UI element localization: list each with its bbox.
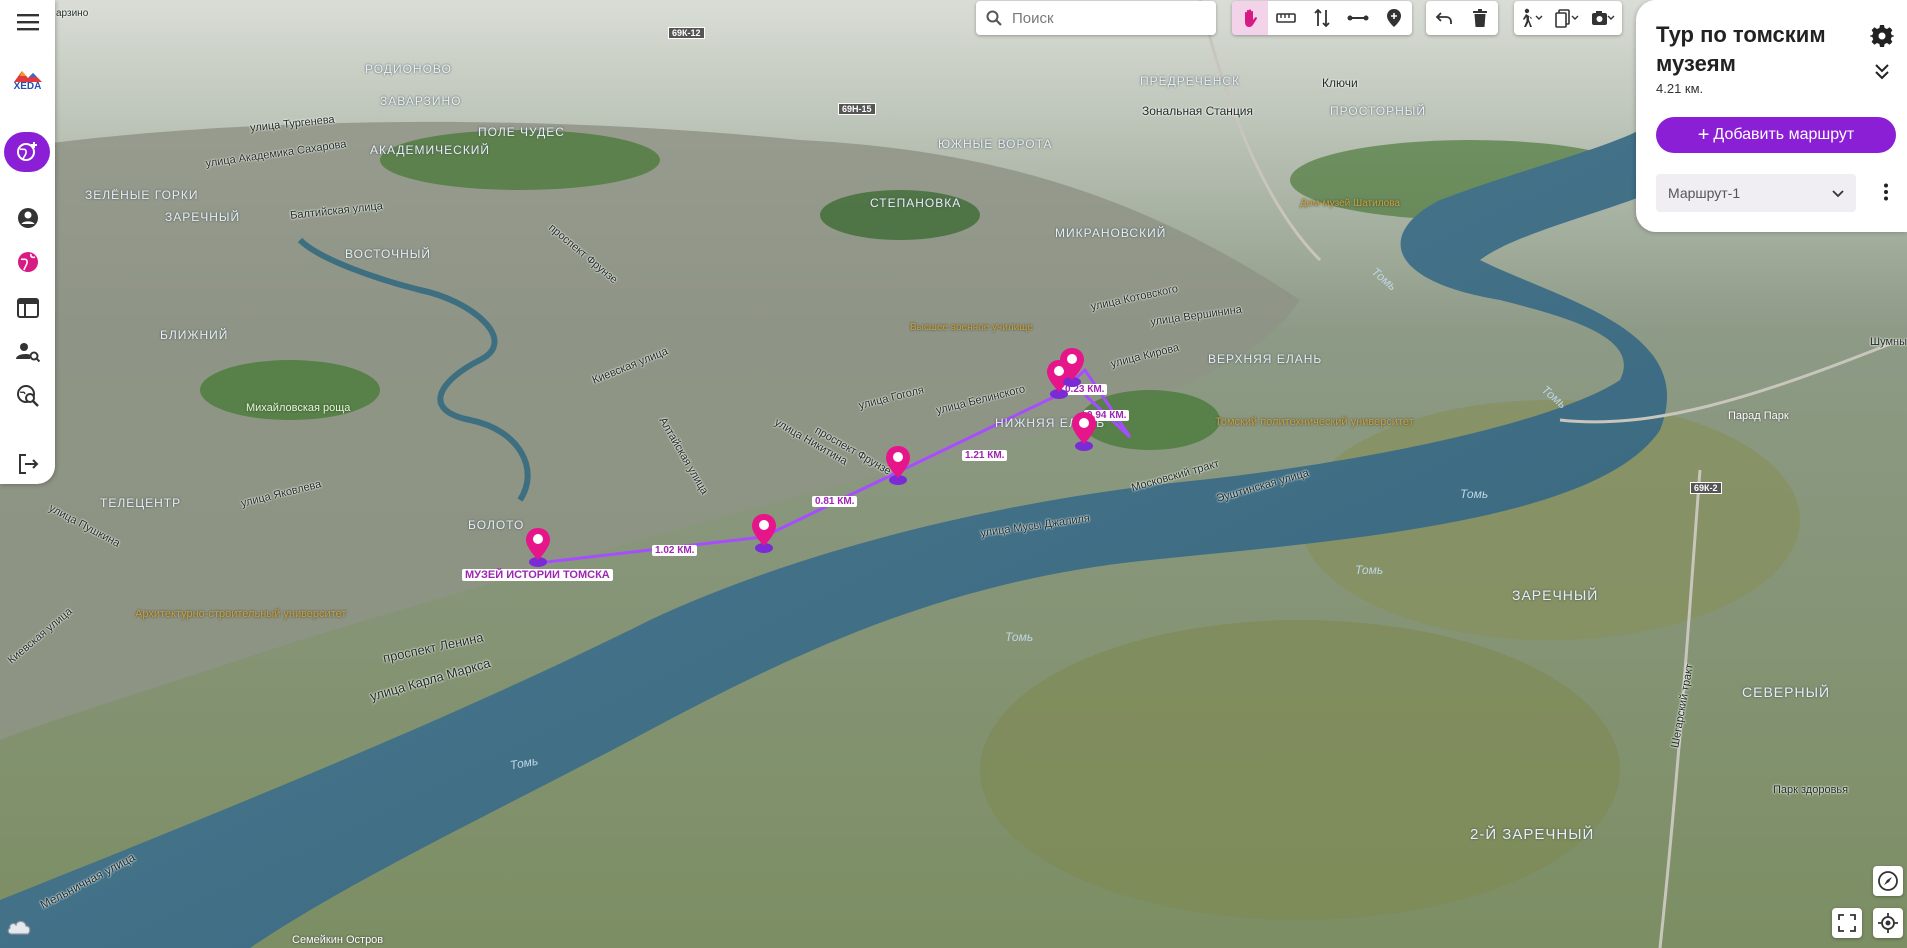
route-marker[interactable] — [524, 526, 552, 568]
search-globe-icon[interactable] — [0, 382, 55, 410]
route-start-label: МУЗЕЙ ИСТОРИИ ТОМСКА — [462, 569, 613, 581]
compass-icon[interactable] — [1873, 866, 1903, 896]
add-point-icon[interactable] — [1376, 1, 1412, 35]
user-search-icon[interactable] — [0, 338, 55, 366]
road-badge: 69К-12 — [668, 27, 705, 39]
route-distance-label: 0.81 КМ. — [812, 496, 858, 507]
route-select[interactable]: Маршрут-1 — [1656, 174, 1856, 212]
tour-title: Тур по томским музеям — [1656, 22, 1826, 76]
tool-group-map — [1232, 1, 1412, 35]
undo-icon[interactable] — [1426, 1, 1462, 35]
walker-dropdown-icon[interactable] — [1514, 1, 1550, 35]
fullscreen-icon[interactable] — [1832, 908, 1862, 938]
route-distance-label: 1.02 КМ. — [652, 545, 698, 556]
gear-icon[interactable] — [1870, 24, 1894, 53]
add-route-button[interactable]: + Добавить маршрут — [1656, 117, 1896, 153]
route-distance-label: 1.21 КМ. — [962, 450, 1008, 461]
route-split-icon[interactable] — [1304, 1, 1340, 35]
route-marker[interactable] — [750, 512, 778, 554]
collapse-chevrons-icon[interactable] — [1874, 62, 1890, 85]
tool-group-view — [1514, 1, 1622, 35]
logo: XEDA — [0, 62, 55, 96]
trash-icon[interactable] — [1462, 1, 1498, 35]
camera-settings-dropdown-icon[interactable] — [1586, 1, 1622, 35]
left-sidebar: XEDA — [0, 0, 55, 484]
search-box — [976, 1, 1216, 35]
route-marker[interactable] — [1070, 410, 1098, 452]
road-badge: 69Н-15 — [838, 103, 876, 115]
globe-add-icon[interactable] — [4, 132, 50, 172]
globe-icon[interactable] — [0, 248, 55, 276]
search-icon — [986, 10, 1002, 26]
more-vertical-icon[interactable] — [1883, 183, 1889, 206]
cloud-icon[interactable] — [6, 918, 32, 941]
ruler-icon[interactable] — [1268, 1, 1304, 35]
plus-icon: + — [1697, 124, 1710, 146]
tool-group-edit — [1426, 1, 1498, 35]
chevron-down-icon — [1832, 185, 1844, 201]
segment-line-icon[interactable] — [1340, 1, 1376, 35]
logout-icon[interactable] — [0, 450, 55, 478]
table-icon[interactable] — [0, 294, 55, 322]
road-badge: 69К-2 — [1690, 482, 1722, 494]
profile-icon[interactable] — [0, 204, 55, 232]
logo-text: XEDA — [13, 80, 42, 92]
layers-dropdown-icon[interactable] — [1550, 1, 1586, 35]
tour-distance: 4.21 км. — [1656, 81, 1704, 96]
map-canvas[interactable] — [0, 0, 1907, 948]
locate-icon[interactable] — [1873, 908, 1903, 938]
route-marker[interactable] — [1058, 346, 1086, 388]
route-select-value: Маршрут-1 — [1668, 185, 1741, 201]
route-marker[interactable] — [884, 444, 912, 486]
hand-pan-icon[interactable] — [1232, 1, 1268, 35]
menu-icon[interactable] — [0, 8, 55, 36]
add-route-label: Добавить маршрут — [1713, 126, 1855, 143]
route-panel: Тур по томским музеям 4.21 км. + Добавит… — [1636, 0, 1907, 232]
search-input[interactable] — [1010, 8, 1204, 28]
